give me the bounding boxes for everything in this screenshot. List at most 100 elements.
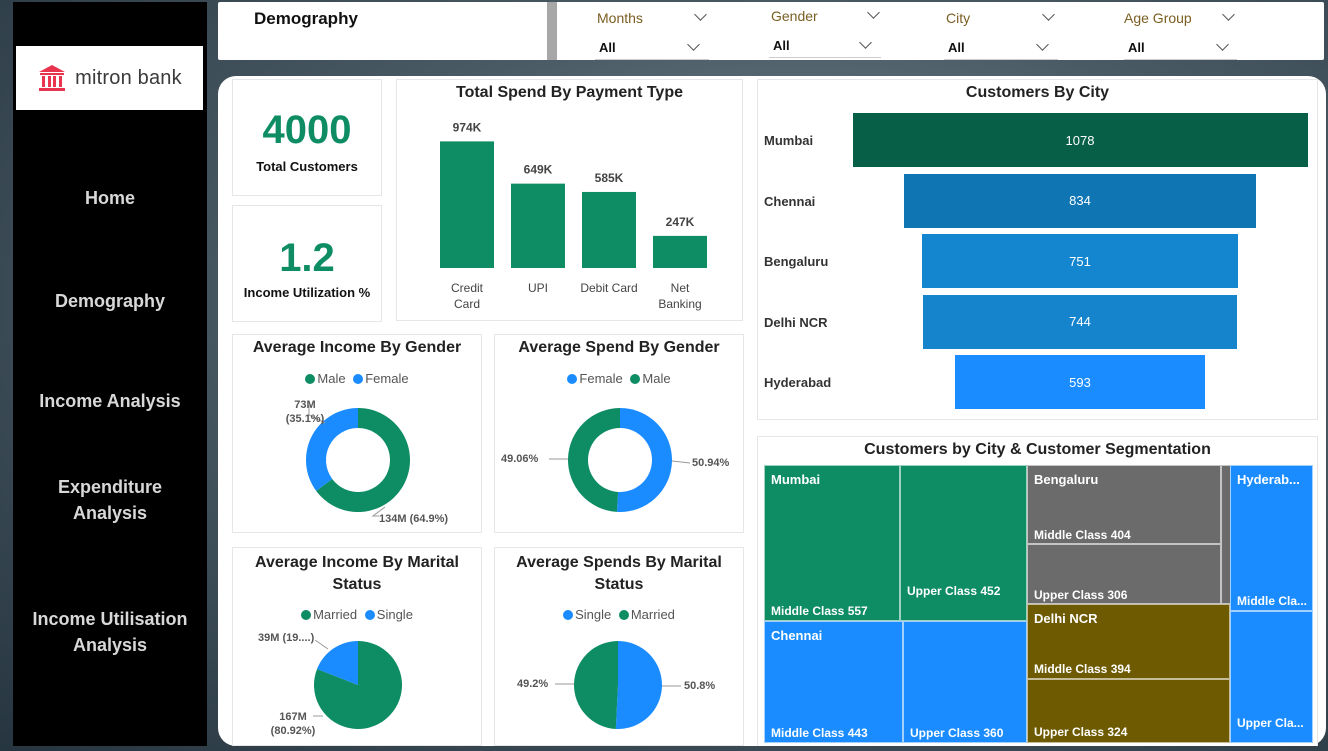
treemap-chennai-middle[interactable]: Chennai Middle Class 443 [764, 621, 903, 743]
chart-title: Customers by City & Customer Segmentatio… [864, 441, 1211, 458]
treemap-city-label: Chennai [771, 628, 823, 643]
pie-slice[interactable] [616, 408, 672, 512]
slice-label-female: 50.94% [692, 457, 730, 469]
treemap-segment-label: Upper Class 360 [910, 726, 1004, 740]
nav-income-utilisation-analysis[interactable]: Income Utilisation Analysis [13, 606, 207, 658]
treemap-segment-label: Upper Class 324 [1034, 725, 1128, 739]
chevron-down-icon [687, 38, 700, 51]
treemap-segment-label: Upper Class 306 [1034, 588, 1128, 602]
chart-income-by-marital-status[interactable]: Average Income By Marital Status Married… [232, 547, 482, 746]
treemap-segment-label: Middle Class 557 [771, 604, 868, 618]
slicer-city-value: All [948, 40, 965, 55]
treemap-segment-label: Middle Class 443 [771, 726, 868, 740]
slicer-age-group-dropdown[interactable]: All [1124, 36, 1237, 60]
treemap-mumbai-upper[interactable]: Upper Class 452 [900, 465, 1027, 621]
treemap-bengaluru-middle[interactable]: Bengaluru Middle Class 404 [1027, 465, 1221, 544]
label-part: (35.1%) [285, 413, 325, 425]
bar-value-label: 974K [453, 120, 482, 134]
city-bar[interactable]: 751 [921, 234, 1239, 288]
treemap-segment-label: Upper Cla... [1237, 716, 1304, 730]
slice-label-married: 49.2% [517, 678, 549, 690]
label-part: 73M [294, 399, 316, 411]
city-bar-value: 1078 [1065, 132, 1095, 148]
city-bar[interactable]: 744 [922, 294, 1237, 349]
nav-home[interactable]: Home [13, 185, 207, 211]
slice-label-male: 49.06% [501, 453, 539, 465]
treemap-city-label: Hyderab... [1237, 472, 1300, 487]
kpi-total-customers-card[interactable]: 4000 Total Customers [232, 79, 382, 196]
treemap-segment-label: Upper Class 452 [907, 584, 1001, 598]
pie-slice[interactable] [574, 641, 618, 729]
city-bar-value: 744 [1069, 314, 1091, 329]
city-label: Bengaluru [764, 254, 829, 269]
bar-value-label: 247K [666, 215, 695, 229]
bar[interactable] [653, 235, 707, 268]
slicer-months-label: Months [597, 10, 643, 26]
treemap-delhi-upper[interactable]: Upper Class 324 [1027, 679, 1230, 743]
kpi-income-utilization-card[interactable]: 1.2 Income Utilization % [232, 205, 382, 322]
category-label: Card [454, 297, 480, 311]
treemap-city-label: Delhi NCR [1034, 611, 1098, 626]
city-bar[interactable]: 593 [954, 355, 1206, 409]
treemap-delhi-middle[interactable]: Delhi NCR Middle Class 394 [1027, 604, 1230, 679]
city-label: Chennai [764, 193, 816, 209]
city-bar-value: 751 [1069, 253, 1091, 269]
city-bar[interactable]: 1078 [852, 113, 1308, 167]
city-label: Mumbai [764, 133, 814, 148]
bar-value-label: 649K [524, 163, 553, 177]
pie-slice[interactable] [615, 641, 663, 729]
category-label: Net [671, 281, 690, 295]
chevron-down-icon [1036, 38, 1049, 51]
slicer-city-label: City [946, 10, 971, 26]
treemap-hyderabad-upper[interactable]: Upper Cla... [1230, 611, 1313, 743]
bar[interactable] [582, 191, 636, 268]
bar[interactable] [440, 141, 494, 268]
slice-label-female: 73M (35.1%) [285, 398, 325, 426]
chart-spend-by-gender[interactable]: Average Spend By Gender Female Male 50.9… [494, 334, 744, 533]
city-bar[interactable]: 834 [903, 173, 1256, 228]
leader-line [671, 460, 691, 464]
bar-value-label: 585K [595, 171, 624, 185]
city-label: Hyderabad [764, 375, 832, 390]
category-label: UPI [528, 281, 548, 295]
slicer-gender-dropdown[interactable]: All [769, 34, 881, 58]
treemap-segment-label: Middle Class 404 [1034, 528, 1131, 542]
treemap-segment-label: Middle Class 394 [1034, 662, 1131, 676]
chart-spend-by-payment-type[interactable]: Total Spend By Payment Type 974K Credit Ca… [396, 79, 743, 321]
nav-demography[interactable]: Demography [13, 288, 207, 314]
slice-label-single: 50.8% [684, 680, 716, 692]
kpi-income-utilization-label: Income Utilization % [243, 285, 371, 300]
treemap-mumbai-middle[interactable]: Mumbai Middle Class 557 [764, 465, 900, 621]
label-part: 167M [279, 711, 307, 723]
slicer-months-dropdown[interactable]: All [595, 36, 709, 60]
slicer-gender-value: All [773, 38, 790, 53]
page-title: Demography [254, 9, 358, 28]
slicer-gender-label: Gender [771, 8, 818, 24]
treemap-chennai-upper[interactable]: Upper Class 360 [903, 621, 1027, 743]
treemap-hyderabad-middle[interactable]: Hyderab... Middle Cla... [1230, 465, 1313, 611]
payment-bar-plot: 974K Credit Card 649K UPI 585K Debit Card 247K N… [440, 120, 707, 311]
kpi-income-utilization-value: 1.2 [279, 236, 335, 280]
treemap-segment-label: Middle Cla... [1237, 594, 1308, 608]
donut-plot [306, 405, 410, 517]
pie-plot [555, 641, 681, 729]
donut-plot [549, 408, 691, 512]
kpi-total-customers-label: Total Customers [256, 159, 358, 174]
nav-income-analysis[interactable]: Income Analysis [13, 388, 207, 414]
chevron-down-icon [859, 36, 872, 49]
slice-label-married: 167M (80.92%) [257, 710, 329, 738]
treemap-bengaluru-upper[interactable]: Upper Class 306 [1027, 544, 1221, 604]
slicer-age-group-label: Age Group [1124, 10, 1192, 26]
pie-slice[interactable] [567, 408, 620, 512]
chart-spends-by-marital-status[interactable]: Average Spends By Marital Status Single … [494, 547, 744, 746]
chart-income-by-gender[interactable]: Average Income By Gender Male Female 73M… [232, 334, 482, 533]
slicer-months-value: All [599, 40, 616, 55]
chart-city-segmentation-treemap[interactable]: Customers by City & Customer Segmentatio… [757, 436, 1318, 746]
chart-customers-by-city[interactable]: Customers By City Mumbai 1078 Chennai 834 Be… [757, 79, 1318, 420]
bar[interactable] [511, 183, 565, 268]
category-label: Credit [451, 281, 484, 295]
slicer-city-dropdown[interactable]: All [944, 36, 1058, 60]
leader-line [314, 639, 329, 650]
logo: mitron bank [16, 46, 203, 110]
nav-expenditure-analysis[interactable]: Expenditure Analysis [13, 474, 207, 526]
